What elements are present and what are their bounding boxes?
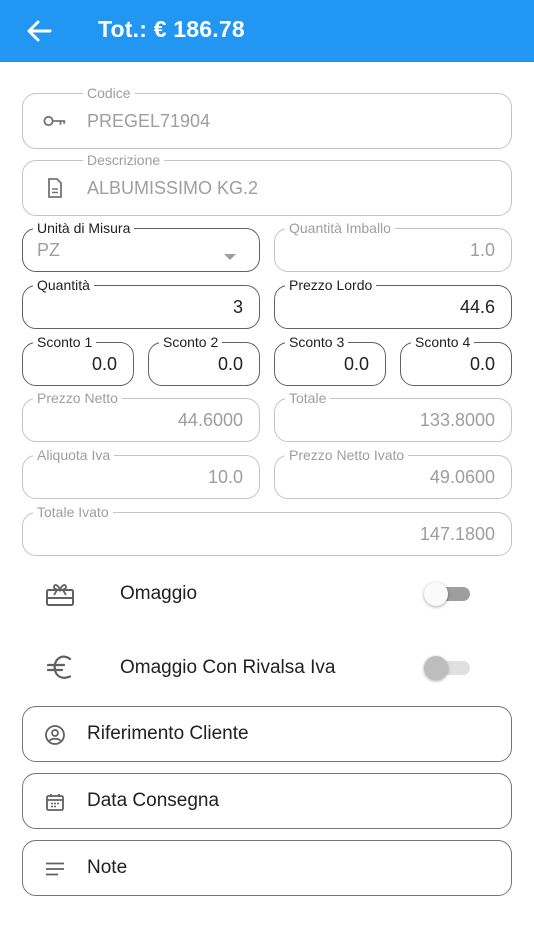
totale-ivato-value: 147.1800 [419,523,495,544]
unita-misura-value: PZ [37,239,61,260]
prezzo-lordo-value: 44.6 [459,296,495,317]
totale-ivato-field[interactable]: Totale Ivato 147.1800 [22,504,512,556]
sconto-2-field[interactable]: Sconto 2 0.0 [148,334,260,386]
note-button[interactable]: Note [22,840,512,896]
totale-label: Totale [285,390,331,406]
notes-icon [43,857,67,881]
prezzo-lordo-field[interactable]: Prezzo Lordo 44.6 [274,277,512,329]
euro-icon [44,654,76,682]
sconto-4-field[interactable]: Sconto 4 0.0 [400,334,512,386]
quantita-imballo-label: Quantità Imballo [285,220,395,236]
totale-value: 133.8000 [419,409,495,430]
prezzo-netto-ivato-field[interactable]: Prezzo Netto Ivato 49.0600 [274,447,512,499]
calendar-icon [43,790,67,814]
totale-ivato-label: Totale Ivato [33,504,113,520]
prezzo-netto-field[interactable]: Prezzo Netto 44.6000 [22,390,260,442]
sconto-2-value: 0.0 [217,353,243,374]
omaggio-toggle[interactable] [424,582,472,606]
prezzo-netto-value: 44.6000 [177,409,243,430]
key-icon [43,109,67,133]
arrow-back-icon[interactable] [24,17,54,45]
prezzo-netto-ivato-value: 49.0600 [429,466,495,487]
codice-field[interactable]: Codice PREGEL71904 [22,85,512,149]
descrizione-field[interactable]: Descrizione ALBUMISSIMO KG.2 [22,152,512,216]
omaggio-row: Omaggio [0,566,534,622]
aliquota-iva-label: Aliquota Iva [33,447,115,463]
sconto-1-field[interactable]: Sconto 1 0.0 [22,334,134,386]
quantita-imballo-field[interactable]: Quantità Imballo 1.0 [274,220,512,272]
document-icon [43,176,67,200]
quantita-imballo-value: 1.0 [469,239,495,260]
dropdown-arrow-icon[interactable] [223,248,237,266]
omaggio-rivalsa-label: Omaggio Con Rivalsa Iva [120,657,336,678]
quantita-field[interactable]: Quantità 3 [22,277,260,329]
sconto-3-field[interactable]: Sconto 3 0.0 [274,334,386,386]
sconto-1-label: Sconto 1 [33,334,97,350]
prezzo-netto-ivato-label: Prezzo Netto Ivato [285,447,409,463]
omaggio-rivalsa-row: Omaggio Con Rivalsa Iva [0,640,534,696]
note-label: Note [87,857,128,878]
sconto-2-label: Sconto 2 [159,334,223,350]
prezzo-lordo-label: Prezzo Lordo [285,277,377,293]
aliquota-iva-field[interactable]: Aliquota Iva 10.0 [22,447,260,499]
aliquota-iva-value: 10.0 [207,466,243,487]
data-consegna-label: Data Consegna [87,790,220,811]
quantita-label: Quantità [33,277,94,293]
riferimento-cliente-button[interactable]: Riferimento Cliente [22,706,512,762]
sconto-3-label: Sconto 3 [285,334,349,350]
gift-card-icon [44,580,76,608]
codice-value: PREGEL71904 [87,110,211,131]
prezzo-netto-label: Prezzo Netto [33,390,122,406]
descrizione-value: ALBUMISSIMO KG.2 [87,177,259,198]
omaggio-rivalsa-toggle[interactable] [424,656,472,680]
sconto-4-label: Sconto 4 [411,334,475,350]
sconto-4-value: 0.0 [469,353,495,374]
unita-misura-select[interactable]: Unità di Misura PZ [22,220,260,272]
totale-field[interactable]: Totale 133.8000 [274,390,512,442]
omaggio-label: Omaggio [120,583,198,604]
page-title: Tot.: € 186.78 [98,16,245,42]
account-circle-icon [43,723,67,747]
sconto-3-value: 0.0 [343,353,369,374]
app-bar: Tot.: € 186.78 [0,0,534,62]
data-consegna-button[interactable]: Data Consegna [22,773,512,829]
riferimento-cliente-label: Riferimento Cliente [87,723,249,744]
sconto-1-value: 0.0 [91,353,117,374]
quantita-value: 3 [232,296,243,317]
